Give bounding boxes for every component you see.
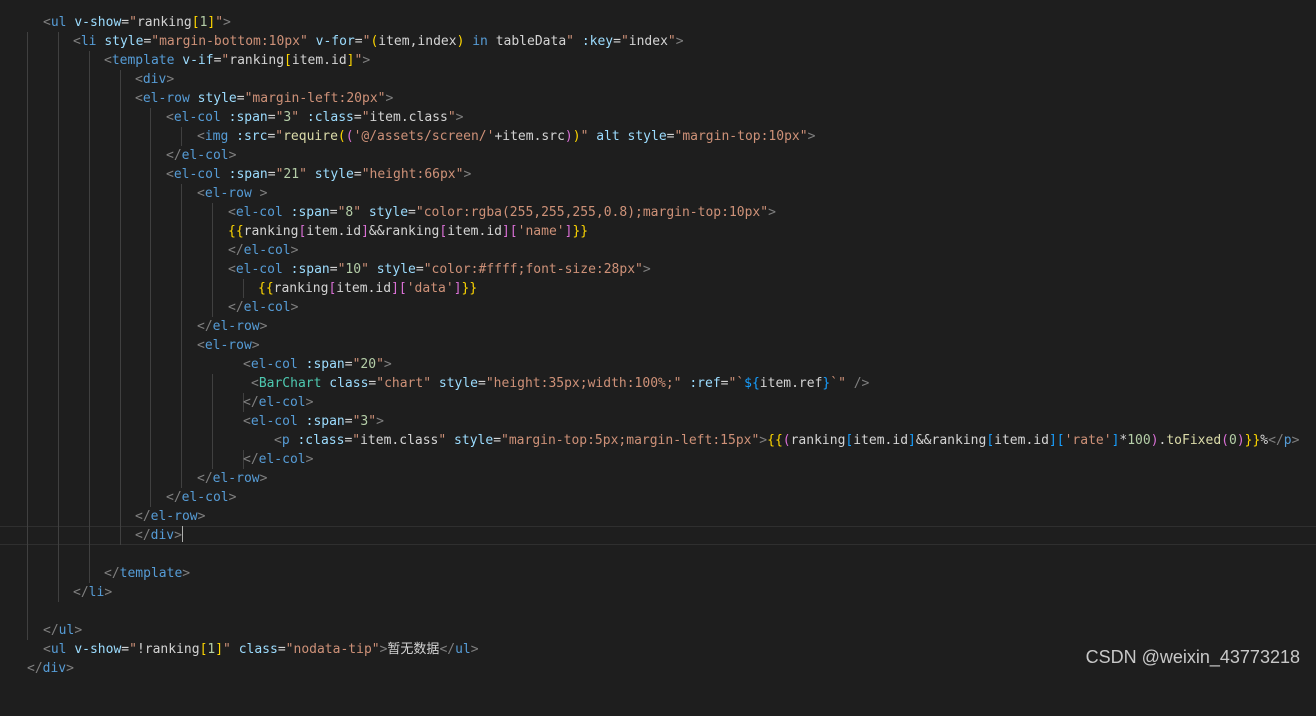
code-text: <el-row style="margin-left:20px"> (135, 91, 394, 106)
code-text: </el-col> (228, 243, 299, 258)
code-line[interactable]: <ul v-show="!ranking[1]" class="nodata-t… (0, 640, 479, 659)
indent-guide (120, 70, 121, 545)
code-text: </el-row> (135, 509, 206, 524)
code-line[interactable]: </el-col> (0, 298, 298, 317)
code-line[interactable]: <el-col :span="21" style="height:66px"> (0, 165, 471, 184)
code-text: </el-col> (166, 148, 237, 163)
code-text: <el-col :span="3" :class="item.class"> (166, 110, 464, 125)
code-line[interactable]: <el-col :span="8" style="color:rgba(255,… (0, 203, 776, 222)
code-line[interactable]: <el-col :span="3"> (0, 412, 384, 431)
code-text: <el-col :span="21" style="height:66px"> (166, 167, 472, 182)
code-line[interactable]: <el-row > (0, 184, 267, 203)
indent-guide (58, 32, 59, 602)
code-text: </div> (27, 661, 74, 676)
code-text: <div> (135, 72, 175, 87)
indent-guide (150, 108, 151, 507)
code-line[interactable]: </ul> (0, 621, 82, 640)
code-line[interactable]: </el-row> (0, 507, 205, 526)
code-line[interactable]: <p :class="item.class" style="margin-top… (0, 431, 1299, 450)
code-text: {{ranking[item.id]['data']}} (258, 281, 478, 296)
code-text: </div> (135, 526, 183, 543)
code-text: <ul v-show="ranking[1]"> (43, 15, 231, 30)
code-line[interactable]: <BarChart class="chart" style="height:35… (0, 374, 869, 393)
code-line[interactable]: </el-row> (0, 317, 267, 336)
text-cursor (181, 526, 183, 542)
code-line[interactable]: <el-col :span="10" style="color:#ffff;fo… (0, 260, 651, 279)
code-line[interactable]: </el-col> (0, 450, 313, 469)
indent-guide (212, 203, 213, 317)
current-line-highlight (0, 526, 1316, 545)
code-text: </el-col> (243, 395, 314, 410)
code-line[interactable]: {{ranking[item.id]&&ranking[item.id]['na… (0, 222, 588, 241)
indent-guide (89, 51, 90, 583)
code-text: <el-row > (197, 186, 268, 201)
code-text: <el-col :span="20"> (243, 357, 392, 372)
code-text: </el-row> (197, 319, 268, 334)
code-text: </el-col> (228, 300, 299, 315)
code-line[interactable]: {{ranking[item.id]['data']}} (0, 279, 477, 298)
watermark-text: CSDN @weixin_43773218 (1085, 647, 1300, 667)
code-line[interactable]: <el-col :span="3" :class="item.class"> (0, 108, 463, 127)
code-text: </el-col> (166, 490, 237, 505)
code-line[interactable]: <img :src="require(('@/assets/screen/'+i… (0, 127, 815, 146)
code-text: </template> (104, 566, 191, 581)
code-line[interactable]: </el-col> (0, 393, 313, 412)
code-line[interactable]: <template v-if="ranking[item.id]"> (0, 51, 370, 70)
code-line[interactable]: </div> (0, 659, 74, 678)
code-text: </el-col> (243, 452, 314, 467)
code-text: <ul v-show="!ranking[1]" class="nodata-t… (43, 642, 479, 657)
code-text: </el-row> (197, 471, 268, 486)
indent-guide (212, 374, 213, 469)
code-line[interactable]: <el-col :span="20"> (0, 355, 392, 374)
code-text: </li> (73, 585, 113, 600)
code-line[interactable]: <ul v-show="ranking[1]"> (0, 13, 231, 32)
code-text: <el-col :span="8" style="color:rgba(255,… (228, 205, 776, 220)
code-line[interactable]: </div> (0, 526, 183, 545)
code-text: <p :class="item.class" style="margin-top… (274, 433, 1300, 448)
indent-guide (181, 184, 182, 488)
code-line[interactable]: <li style="margin-bottom:10px" v-for="(i… (0, 32, 684, 51)
code-text: {{ranking[item.id]&&ranking[item.id]['na… (228, 224, 589, 239)
code-line[interactable]: </li> (0, 583, 112, 602)
code-text: <BarChart class="chart" style="height:35… (251, 376, 870, 391)
code-text: <el-col :span="10" style="color:#ffff;fo… (228, 262, 651, 277)
code-line[interactable]: </template> (0, 564, 190, 583)
code-line[interactable]: <el-row> (0, 336, 260, 355)
code-line[interactable]: </el-row> (0, 469, 267, 488)
code-line[interactable]: </el-col> (0, 146, 236, 165)
code-line[interactable]: </el-col> (0, 241, 298, 260)
code-line[interactable]: <el-row style="margin-left:20px"> (0, 89, 393, 108)
code-text: </ul> (43, 623, 83, 638)
code-line[interactable]: </el-col> (0, 488, 236, 507)
code-text: <el-col :span="3"> (243, 414, 384, 429)
indent-guide (243, 279, 244, 298)
code-line[interactable]: <div> (0, 70, 174, 89)
code-text: <template v-if="ranking[item.id]"> (104, 53, 371, 68)
indent-guide (181, 127, 182, 146)
code-text: <li style="margin-bottom:10px" v-for="(i… (73, 34, 684, 49)
code-text: <el-row> (197, 338, 260, 353)
code-editor[interactable]: <ul v-show="ranking[1]"> <li style="marg… (0, 13, 1316, 676)
code-text: <img :src="require(('@/assets/screen/'+i… (197, 129, 816, 144)
